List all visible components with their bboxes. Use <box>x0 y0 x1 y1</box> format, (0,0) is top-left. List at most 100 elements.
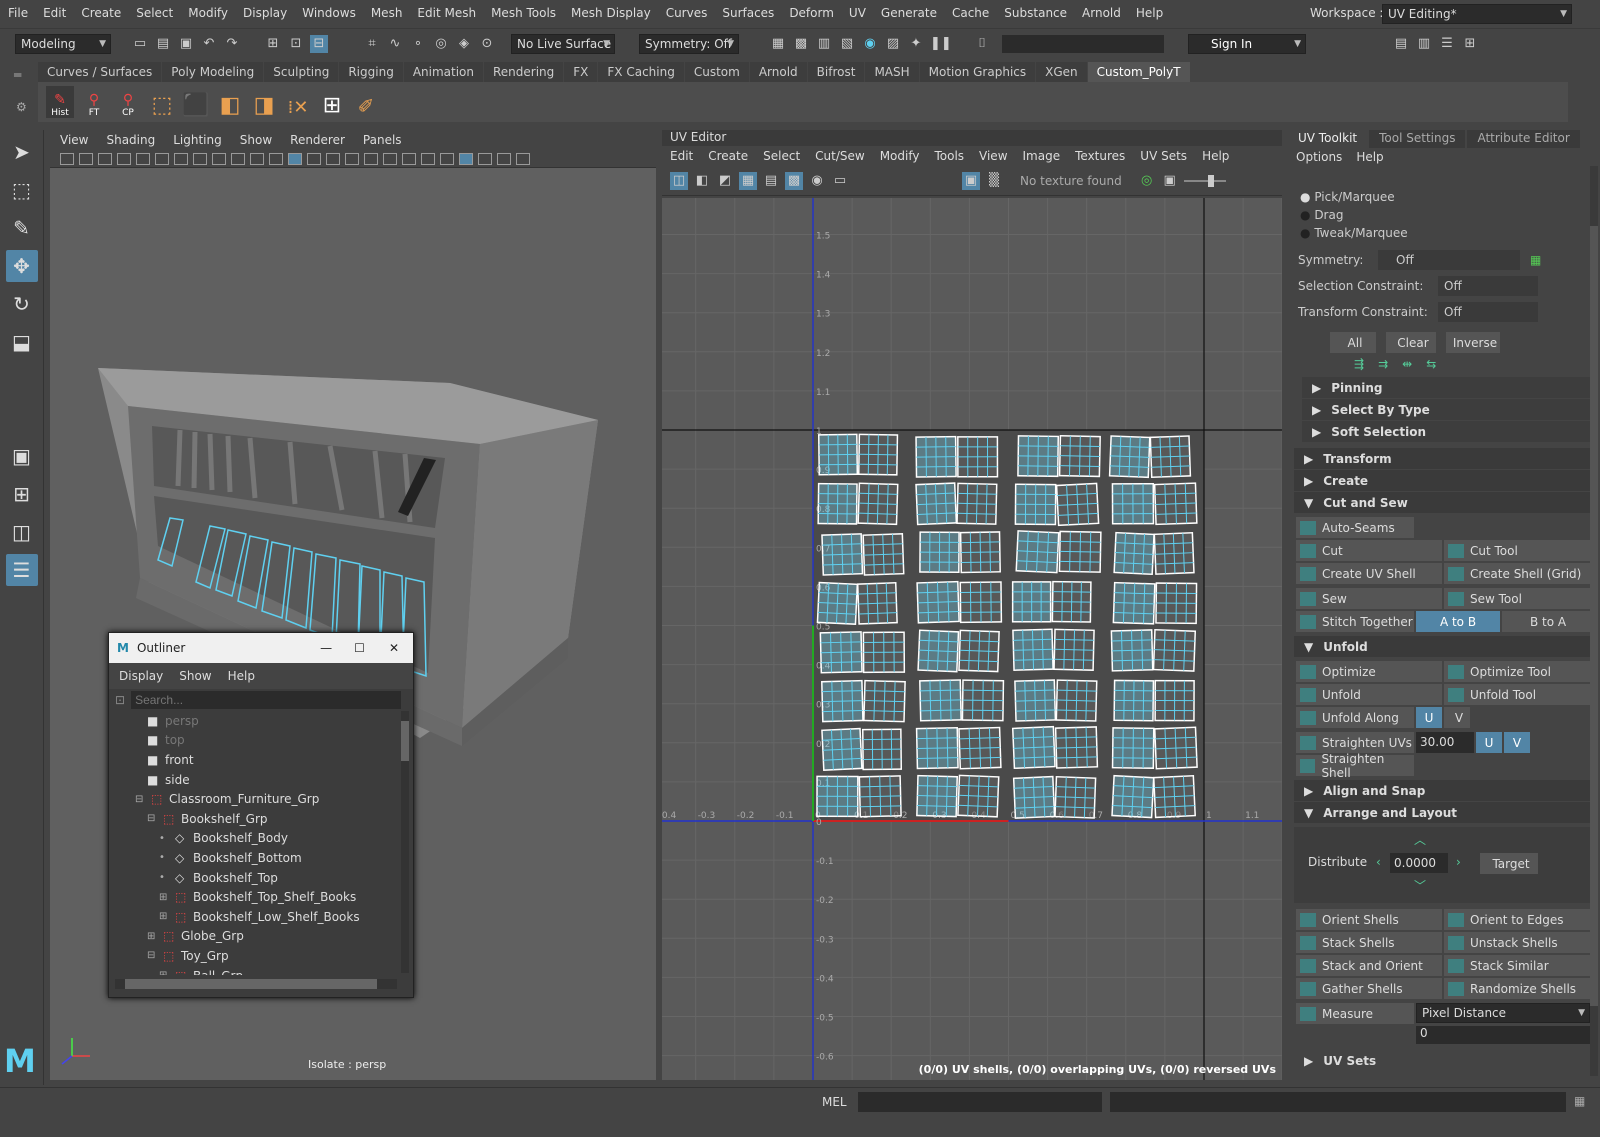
unfold-button[interactable]: Unfold <box>1296 684 1442 705</box>
clear-selection-button[interactable]: Clear <box>1386 332 1436 353</box>
uv-select-icon[interactable]: ◫ <box>670 171 688 190</box>
outliner-vscroll[interactable] <box>401 711 409 973</box>
menu-mesh-tools[interactable]: Mesh Tools <box>491 6 556 20</box>
straighten-uvs-button[interactable]: Straighten UVs <box>1296 732 1414 753</box>
menu-modify[interactable]: Modify <box>188 6 228 20</box>
wire-on-shaded-icon[interactable] <box>307 152 321 165</box>
auto-seams-button[interactable]: Auto-Seams <box>1296 517 1414 538</box>
shelf-tab-sculpting[interactable]: Sculpting <box>264 62 339 82</box>
minimize-icon[interactable]: — <box>320 641 332 655</box>
rotate-tool-icon[interactable]: ↻ <box>6 288 38 320</box>
snap-view-icon[interactable]: ◎ <box>432 35 450 53</box>
select-tool-icon[interactable]: ➤ <box>6 136 38 168</box>
radio-drag[interactable]: ● Drag <box>1300 206 1600 224</box>
menu-edit[interactable]: Edit <box>43 6 66 20</box>
shelf-tab-fx[interactable]: FX <box>564 62 598 82</box>
straighten-u-button[interactable]: U <box>1476 732 1502 753</box>
new-scene-icon[interactable]: ▭ <box>131 35 149 53</box>
xray-icon[interactable] <box>478 152 492 165</box>
toggle-panel-icon[interactable]: ▤ <box>1392 35 1410 53</box>
open-scene-icon[interactable]: ▤ <box>154 35 172 53</box>
expand-toggle-icon[interactable]: ⊞ <box>159 892 171 903</box>
safe-action-icon[interactable] <box>231 152 245 165</box>
workspace-dropdown[interactable]: UV Editing* <box>1382 4 1572 24</box>
command-input[interactable] <box>858 1092 1102 1112</box>
uv-shell[interactable] <box>1055 482 1100 527</box>
four-view-icon[interactable]: ⊞ <box>6 478 38 510</box>
uv-shell[interactable] <box>919 679 962 722</box>
menu-display[interactable]: Display <box>243 6 287 20</box>
hypershade-icon[interactable]: ▨ <box>884 35 902 53</box>
outliner-row[interactable]: ⊞ ⬚ Globe_Grp <box>109 927 401 947</box>
uv-shell[interactable] <box>862 631 906 674</box>
outliner-row[interactable]: ⊞ ⬚ Bookshelf_Low_Shelf_Books <box>109 907 401 927</box>
render-view-icon[interactable]: ▦ <box>769 35 787 53</box>
uv-shell[interactable] <box>1058 530 1102 573</box>
uv-shell[interactable] <box>858 775 902 818</box>
uv-shell[interactable] <box>1051 580 1092 623</box>
ipr-render-icon[interactable]: ▥ <box>815 35 833 53</box>
shelf-tab-mash[interactable]: MASH <box>865 62 919 82</box>
uv-menu-cut-sew[interactable]: Cut/Sew <box>815 149 865 163</box>
measure-value-field[interactable]: 0 <box>1416 1026 1590 1044</box>
uv-shell[interactable] <box>1014 679 1057 722</box>
sew-tool-button[interactable]: Sew Tool <box>1444 588 1590 609</box>
uv-shell[interactable] <box>1014 483 1057 526</box>
section-arrange-layout[interactable]: ▼ Arrange and Layout <box>1294 802 1590 823</box>
select-all-button[interactable]: All <box>1330 332 1376 353</box>
move-tool-icon[interactable]: ✥ <box>5 250 38 282</box>
menu-uv[interactable]: UV <box>849 6 866 20</box>
uv-shell[interactable] <box>1113 679 1155 722</box>
camera-icon[interactable] <box>60 152 74 165</box>
expand-toggle-icon[interactable]: ⊞ <box>159 911 171 922</box>
menu-cache[interactable]: Cache <box>952 6 989 20</box>
uv-shell[interactable] <box>1017 435 1060 478</box>
cut-tool-button[interactable]: Cut Tool <box>1444 540 1590 561</box>
uv-shell[interactable] <box>821 727 863 771</box>
menu-mesh-display[interactable]: Mesh Display <box>571 6 651 20</box>
distribute-left-icon[interactable]: ‹ <box>1376 855 1381 869</box>
uv-shell[interactable] <box>816 581 859 625</box>
uv-shell[interactable] <box>1149 435 1192 479</box>
outliner-row[interactable]: ⊟ ⬚ Bookshelf_Grp <box>109 809 401 829</box>
uv-shell[interactable] <box>857 482 899 526</box>
sew-button[interactable]: Sew <box>1296 588 1442 609</box>
uv-shell[interactable] <box>1111 727 1155 769</box>
section-unfold[interactable]: ▼ Unfold <box>1294 636 1590 657</box>
snap-grid-icon[interactable]: ⌗ <box>363 35 381 53</box>
save-scene-icon[interactable]: ▣ <box>177 35 195 53</box>
stitch-together-button[interactable]: Stitch Together <box>1296 611 1414 632</box>
shelf-cp-button[interactable]: ⚲ CP <box>114 86 142 118</box>
shelf-gear-icon[interactable]: ⚙ <box>16 100 27 114</box>
uv-brightness-slider[interactable] <box>1183 174 1226 187</box>
section-create[interactable]: ▶ Create <box>1294 470 1590 491</box>
uv-shell[interactable] <box>1055 679 1098 722</box>
select-shell-border-icon[interactable]: ⇆ <box>1426 357 1436 371</box>
shelf-cube-2[interactable]: ⬛ <box>182 86 210 118</box>
measure-button[interactable]: Measure <box>1296 1003 1414 1024</box>
outliner-row[interactable]: ⊟ ⬚ Toy_Grp <box>109 946 401 966</box>
uv-symmetry-dropdown[interactable]: Off <box>1378 250 1520 270</box>
two-view-icon[interactable]: ◫ <box>6 516 38 548</box>
menu-select[interactable]: Select <box>136 6 173 20</box>
uv-shell[interactable] <box>916 774 958 818</box>
sign-in-dropdown[interactable]: Sign In <box>1188 33 1306 54</box>
transform-constraint-dropdown[interactable]: Off <box>1438 302 1538 322</box>
lasso-tool-icon[interactable]: ⬚ <box>6 174 38 206</box>
resolution-gate-icon[interactable] <box>174 152 188 165</box>
tab-uv-toolkit[interactable]: UV Toolkit <box>1288 130 1368 148</box>
shelf-knife[interactable]: ✐ <box>352 86 380 118</box>
uv-shell[interactable] <box>1113 531 1155 576</box>
pause-icon[interactable]: ❚❚ <box>930 35 952 53</box>
outliner-row[interactable]: • ◇ Bookshelf_Bottom <box>109 848 401 868</box>
shelf-tab-rigging[interactable]: Rigging <box>339 62 403 82</box>
motion-blur-icon[interactable] <box>402 152 416 165</box>
uv-snapshot-icon[interactable]: ▭ <box>831 172 849 190</box>
distribute-right-icon[interactable]: › <box>1456 855 1461 869</box>
shelf-ft-button[interactable]: ⚲ FT <box>80 86 108 118</box>
menu-create[interactable]: Create <box>81 6 121 20</box>
outliner-hscroll[interactable] <box>115 979 397 989</box>
toolkit-menu-options[interactable]: Options <box>1296 150 1342 164</box>
straighten-angle-field[interactable]: 30.00 <box>1416 732 1474 753</box>
section-align-snap[interactable]: ▶ Align and Snap <box>1294 780 1590 801</box>
